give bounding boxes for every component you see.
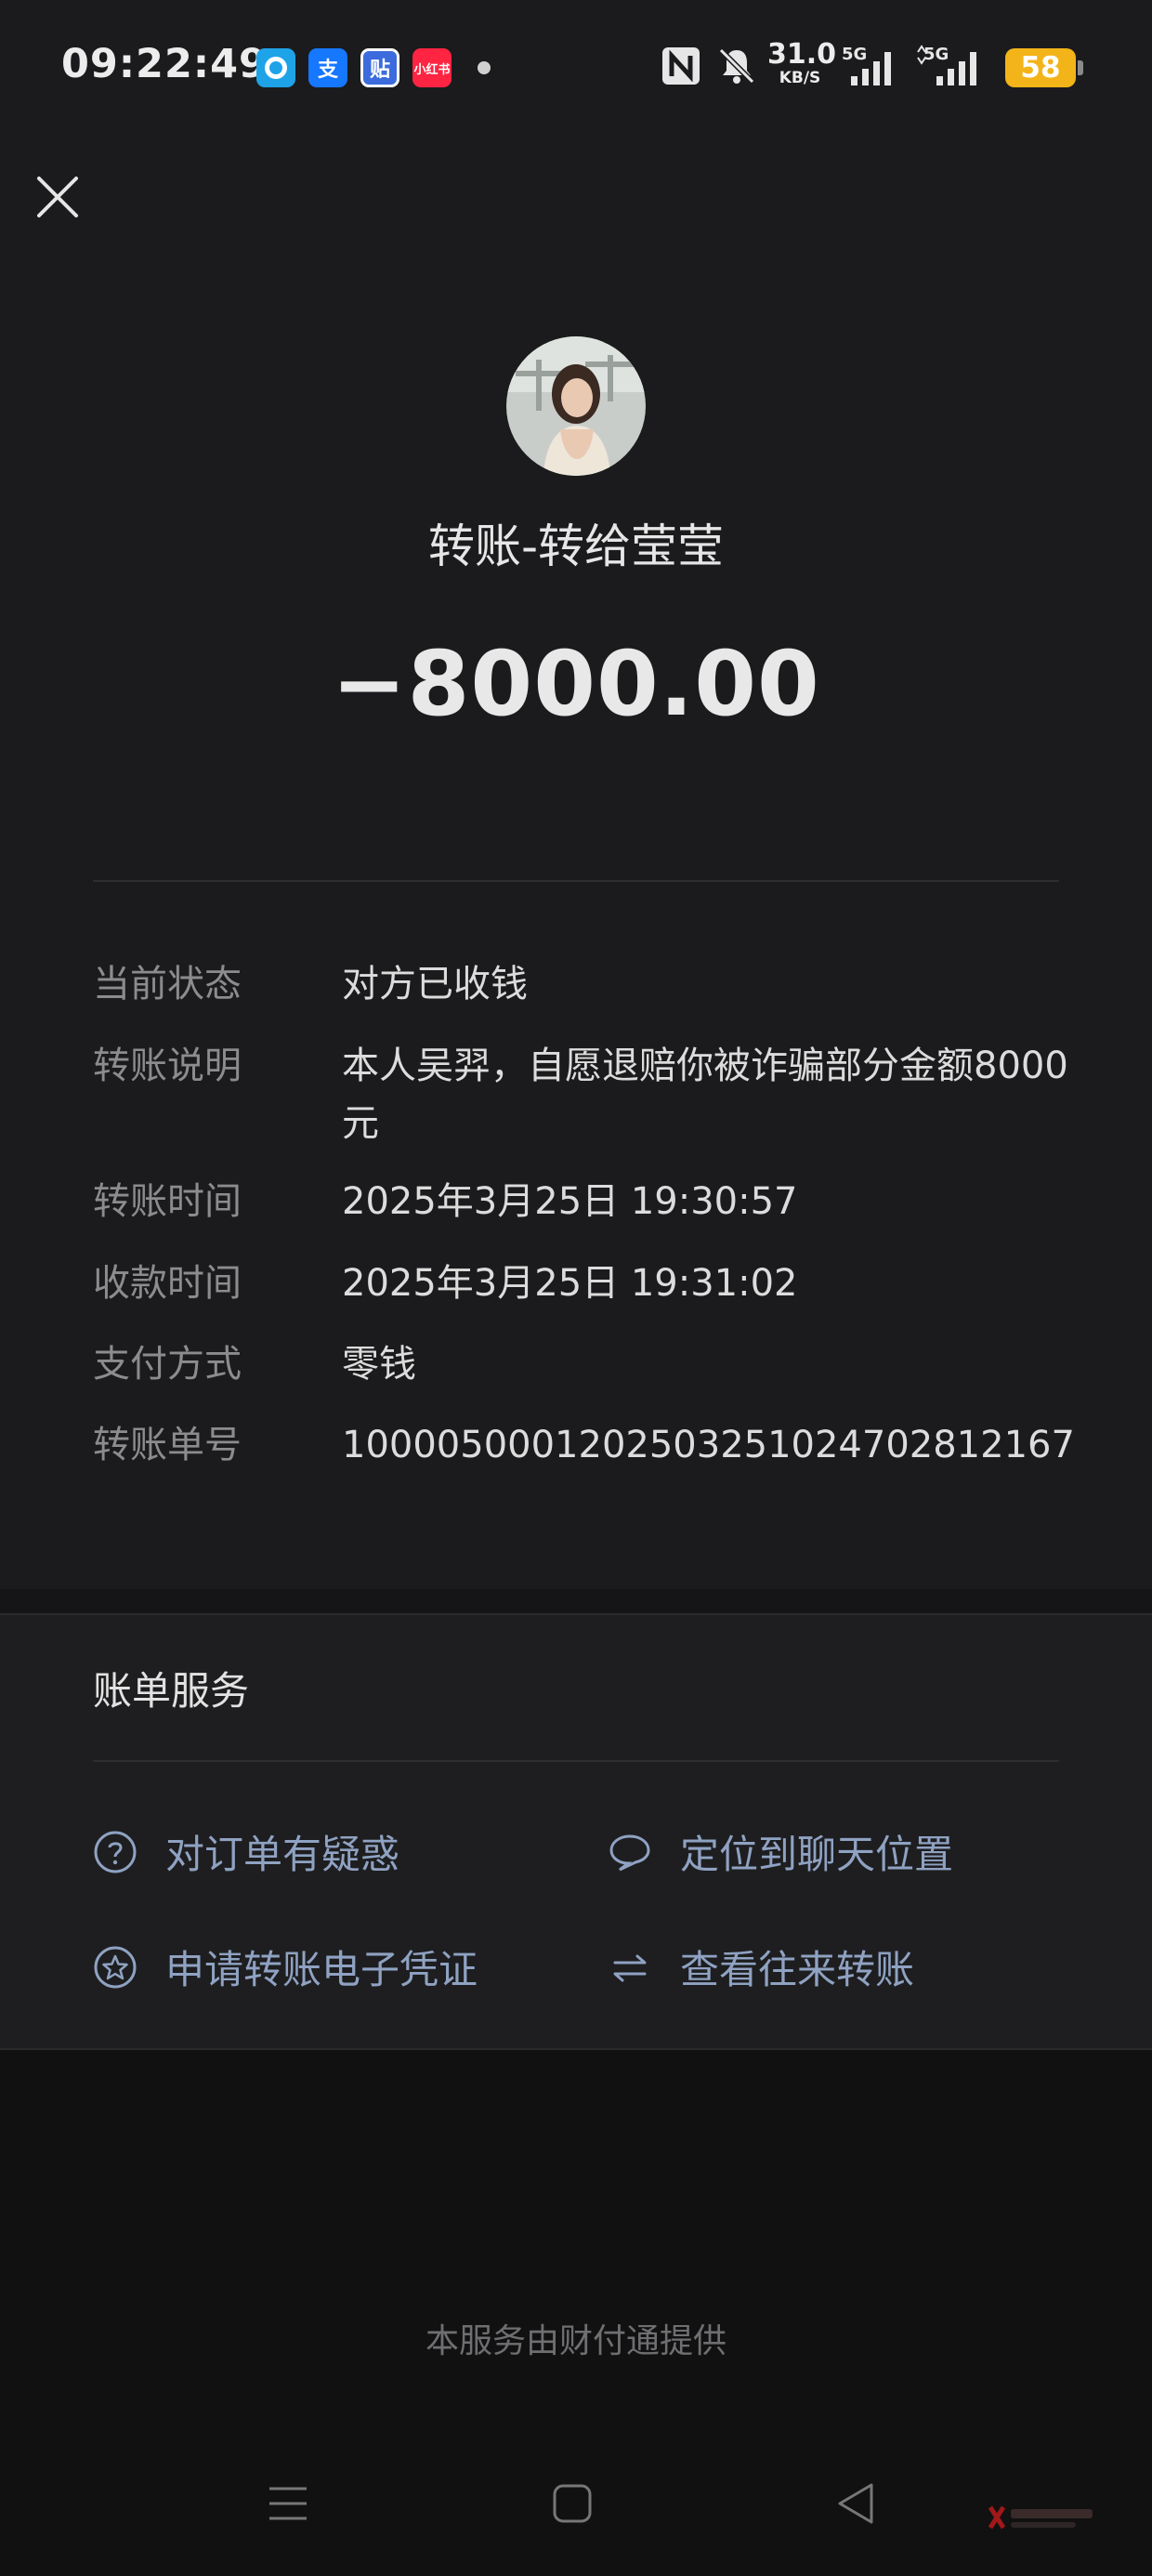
detail-key: 转账时间 <box>93 1180 242 1223</box>
footer-provider: 本服务由财付通提供 <box>425 2322 727 2360</box>
detail-key: 转账说明 <box>93 1045 242 1087</box>
back-nav-icon[interactable] <box>832 2479 881 2528</box>
battery-icon: 58 <box>1005 48 1083 87</box>
detail-value: 2025年3月25日 19:30:57 <box>342 1180 798 1223</box>
watermark-logo-icon <box>988 2505 1093 2530</box>
divider <box>93 880 1059 882</box>
transfer-history-link[interactable]: 查看往来转账 <box>608 1939 914 1995</box>
detail-value: 对方已收钱 <box>342 963 528 1005</box>
divider <box>93 1760 1059 1762</box>
transfer-amount: −8000.00 <box>332 632 820 736</box>
service-label: 查看往来转账 <box>680 1947 915 1992</box>
bill-services-title: 账单服务 <box>93 1668 250 1714</box>
menu-nav-icon[interactable] <box>264 2479 312 2528</box>
question-icon <box>94 1831 137 1873</box>
tieba-icon: 贴 <box>360 48 399 87</box>
transfer-title: 转账-转给莹莹 <box>427 519 725 573</box>
notification-dot-icon <box>478 61 491 74</box>
chat-bubble-icon <box>609 1833 650 1871</box>
status-bar: 09:22:49 支 贴 小红书 31.0 KB/S 5G 5G 58 <box>0 0 1152 139</box>
detail-key: 当前状态 <box>93 963 242 1005</box>
transfer-detail-page: 09:22:49 支 贴 小红书 31.0 KB/S 5G 5G 58 转账-转… <box>0 0 1152 2576</box>
xiaohongshu-icon: 小红书 <box>412 48 452 87</box>
alipay-icon: 支 <box>308 48 347 87</box>
nfc-icon <box>662 47 700 85</box>
detail-value: 本人吴羿，自愿退赔你被诈骗部分金额8000元 <box>342 1045 1068 1145</box>
status-time: 09:22:49 <box>61 41 268 87</box>
service-label: 申请转账电子凭证 <box>165 1947 478 1992</box>
order-question-link[interactable]: 对订单有疑惑 <box>93 1823 399 1880</box>
locate-chat-link[interactable]: 定位到聊天位置 <box>608 1823 953 1880</box>
detail-key: 收款时间 <box>93 1262 242 1305</box>
certificate-star-icon <box>94 1946 137 1988</box>
mute-bell-icon <box>718 47 755 85</box>
avatar[interactable] <box>506 336 646 476</box>
home-nav-icon[interactable] <box>548 2479 596 2528</box>
section-separator <box>0 1589 1152 1613</box>
app-1-icon <box>256 48 295 87</box>
service-label: 对订单有疑惑 <box>165 1832 400 1877</box>
close-icon[interactable] <box>33 173 82 221</box>
swap-arrows-icon <box>613 1954 647 1981</box>
detail-value: 零钱 <box>342 1343 416 1386</box>
network-speed: 31.0 KB/S <box>767 38 837 87</box>
detail-key: 支付方式 <box>93 1343 242 1386</box>
service-label: 定位到聊天位置 <box>680 1832 954 1877</box>
detail-row-remark: 转账说明 本人吴羿，自愿退赔你被诈骗部分金额8000元 <box>93 1037 1078 1158</box>
detail-value[interactable]: 100005000120250325102470281216​7 <box>342 1416 1152 1474</box>
detail-value: 2025年3月25日 19:31:02 <box>342 1262 798 1305</box>
detail-key: 转账单号 <box>93 1424 242 1466</box>
apply-voucher-link[interactable]: 申请转账电子凭证 <box>93 1939 478 1995</box>
